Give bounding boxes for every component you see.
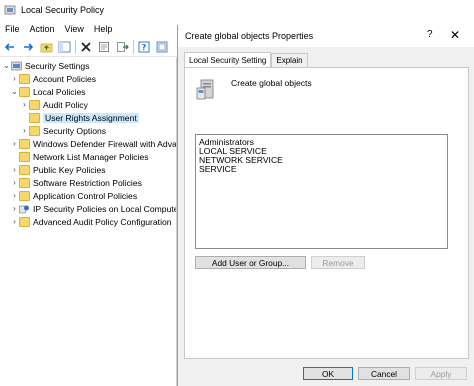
tree-item-windows-defender-firewall[interactable]: › Windows Defender Firewall with Adva <box>10 137 177 150</box>
folder-icon <box>19 190 30 201</box>
tab-local-security-setting[interactable]: Local Security Setting <box>184 52 272 67</box>
console-icon[interactable] <box>155 40 169 54</box>
menu-view[interactable]: View <box>60 24 89 34</box>
tree-item-user-rights-assignment[interactable]: User Rights Assignment <box>20 111 139 124</box>
back-icon[interactable] <box>3 40 17 54</box>
toolbar: ? <box>0 37 180 57</box>
tree-label: Advanced Audit Policy Configuration <box>33 216 172 227</box>
tree-label: Audit Policy <box>43 99 88 110</box>
menu-action[interactable]: Action <box>25 24 60 34</box>
expand-chevron-icon[interactable]: › <box>10 165 19 174</box>
tree-label: Security Options <box>43 125 107 136</box>
properties-dialog: Create global objects Properties ? ✕ Loc… <box>177 25 474 386</box>
folder-icon <box>19 164 30 175</box>
properties-icon[interactable] <box>97 40 111 54</box>
dialog-title: Create global objects Properties <box>185 31 314 41</box>
tree-label: Security Settings <box>25 60 90 71</box>
ok-button[interactable]: OK <box>303 367 353 380</box>
tree-label: Windows Defender Firewall with Adva <box>33 138 177 149</box>
ip-security-icon <box>19 205 29 213</box>
collapse-chevron-icon[interactable]: ⌄ <box>10 87 19 96</box>
tree-item-software-restriction[interactable]: › Software Restriction Policies <box>10 176 142 189</box>
expand-chevron-icon[interactable]: › <box>10 139 19 148</box>
folder-icon <box>19 151 30 162</box>
accounts-listbox[interactable]: Administrators LOCAL SERVICE NETWORK SER… <box>195 134 448 249</box>
tree-item-advanced-audit-policy[interactable]: › Advanced Audit Policy Configuration <box>10 215 172 228</box>
help-icon[interactable]: ? <box>137 40 151 54</box>
export-icon[interactable] <box>115 40 129 54</box>
folder-icon <box>29 112 40 123</box>
policy-server-icon <box>196 79 214 100</box>
folder-open-icon <box>19 86 30 97</box>
tree-label: Software Restriction Policies <box>33 177 142 188</box>
toolbar-separator <box>75 39 76 54</box>
tree-item-local-policies[interactable]: ⌄ Local Policies <box>10 85 86 98</box>
delete-icon[interactable] <box>79 40 93 54</box>
tree-item-audit-policy[interactable]: › Audit Policy <box>20 98 88 111</box>
dialog-title-bar: Create global objects Properties ? ✕ <box>178 25 474 47</box>
show-tree-icon[interactable] <box>57 40 71 54</box>
tree-item-ip-security-policies[interactable]: › IP Security Policies on Local Compute <box>10 202 178 215</box>
close-icon[interactable]: ✕ <box>450 28 460 42</box>
add-user-or-group-button[interactable]: Add User or Group... <box>195 256 306 269</box>
folder-icon <box>29 125 40 136</box>
tree-label: IP Security Policies on Local Compute <box>33 203 178 214</box>
tab-strip: Local Security Setting Explain <box>184 52 308 67</box>
security-policy-icon <box>4 5 16 15</box>
expand-chevron-icon[interactable]: › <box>10 74 19 83</box>
expand-chevron-icon[interactable]: › <box>10 191 19 200</box>
remove-button[interactable]: Remove <box>311 256 365 269</box>
app-title-bar: Local Security Policy <box>0 0 474 20</box>
tree-item-application-control[interactable]: › Application Control Policies <box>10 189 137 202</box>
apply-button[interactable]: Apply <box>415 367 467 380</box>
expand-chevron-icon[interactable]: › <box>20 126 29 135</box>
collapse-chevron-icon[interactable]: ⌄ <box>2 61 11 70</box>
expand-chevron-icon[interactable]: › <box>10 204 19 213</box>
tab-panel: Create global objects Administrators LOC… <box>184 67 469 359</box>
tree-label: Application Control Policies <box>33 190 138 201</box>
tree-label: Network List Manager Policies <box>33 151 149 162</box>
folder-icon <box>29 99 40 110</box>
tree-label: Account Policies <box>33 73 97 84</box>
menu-help[interactable]: Help <box>89 24 118 34</box>
tree-label: User Rights Assignment <box>43 112 139 123</box>
folder-icon <box>19 73 30 84</box>
menu-file[interactable]: File <box>0 24 25 34</box>
help-question-icon[interactable]: ? <box>427 29 433 40</box>
tree-item-security-options[interactable]: › Security Options <box>20 124 106 137</box>
tree-item-security-settings[interactable]: ⌄ Security Settings <box>2 59 89 72</box>
expand-chevron-icon[interactable]: › <box>20 100 29 109</box>
expand-chevron-icon[interactable]: › <box>10 178 19 187</box>
folder-icon <box>19 138 30 149</box>
menu-bar: File Action View Help <box>0 20 180 37</box>
policy-name: Create global objects <box>231 78 312 88</box>
security-settings-icon <box>11 61 22 70</box>
expand-chevron-icon[interactable]: › <box>10 217 19 226</box>
tab-explain[interactable]: Explain <box>271 53 308 67</box>
forward-icon[interactable] <box>21 40 35 54</box>
folder-icon <box>19 216 30 227</box>
list-item[interactable]: SERVICE <box>199 165 237 174</box>
toolbar-separator <box>133 39 134 54</box>
tree-item-public-key-policies[interactable]: › Public Key Policies <box>10 163 106 176</box>
console-tree: ⌄ Security Settings › Account Policies ⌄… <box>0 58 178 386</box>
tree-item-network-list-manager[interactable]: Network List Manager Policies <box>10 150 149 163</box>
tree-item-account-policies[interactable]: › Account Policies <box>10 72 96 85</box>
app-title: Local Security Policy <box>21 5 105 15</box>
folder-icon <box>19 177 30 188</box>
cancel-button[interactable]: Cancel <box>358 367 410 380</box>
up-folder-icon[interactable] <box>39 40 53 54</box>
tree-label: Public Key Policies <box>33 164 106 175</box>
svg-text:?: ? <box>142 43 147 52</box>
tree-label: Local Policies <box>33 86 86 97</box>
